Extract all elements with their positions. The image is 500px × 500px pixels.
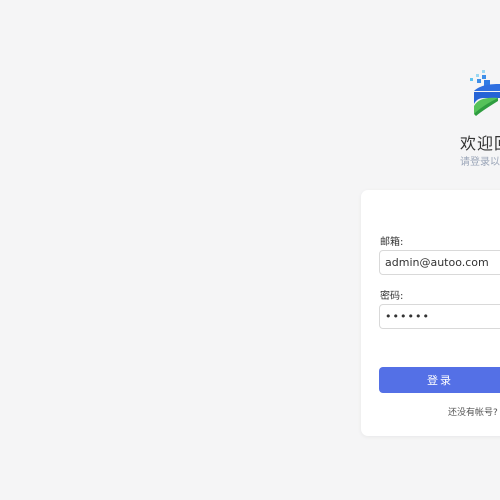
email-label: 邮箱: — [380, 237, 404, 248]
password-label: 密码: — [380, 291, 404, 302]
email-input[interactable]: admin@autoo.com — [379, 250, 500, 275]
password-input[interactable]: •••••• — [379, 304, 500, 329]
login-card: 邮箱: admin@autoo.com 密码: •••••• 登录 还没有帐号? — [361, 190, 500, 436]
login-page: 欢迎回 请登录以继 邮箱: admin@autoo.com 密码: ••••••… — [0, 0, 500, 500]
login-button[interactable]: 登录 — [379, 367, 500, 393]
welcome-subtitle: 请登录以继 — [460, 157, 500, 168]
welcome-title: 欢迎回 — [460, 134, 500, 153]
register-link[interactable]: 还没有帐号? — [448, 405, 498, 418]
brand-logo-icon — [470, 70, 500, 116]
